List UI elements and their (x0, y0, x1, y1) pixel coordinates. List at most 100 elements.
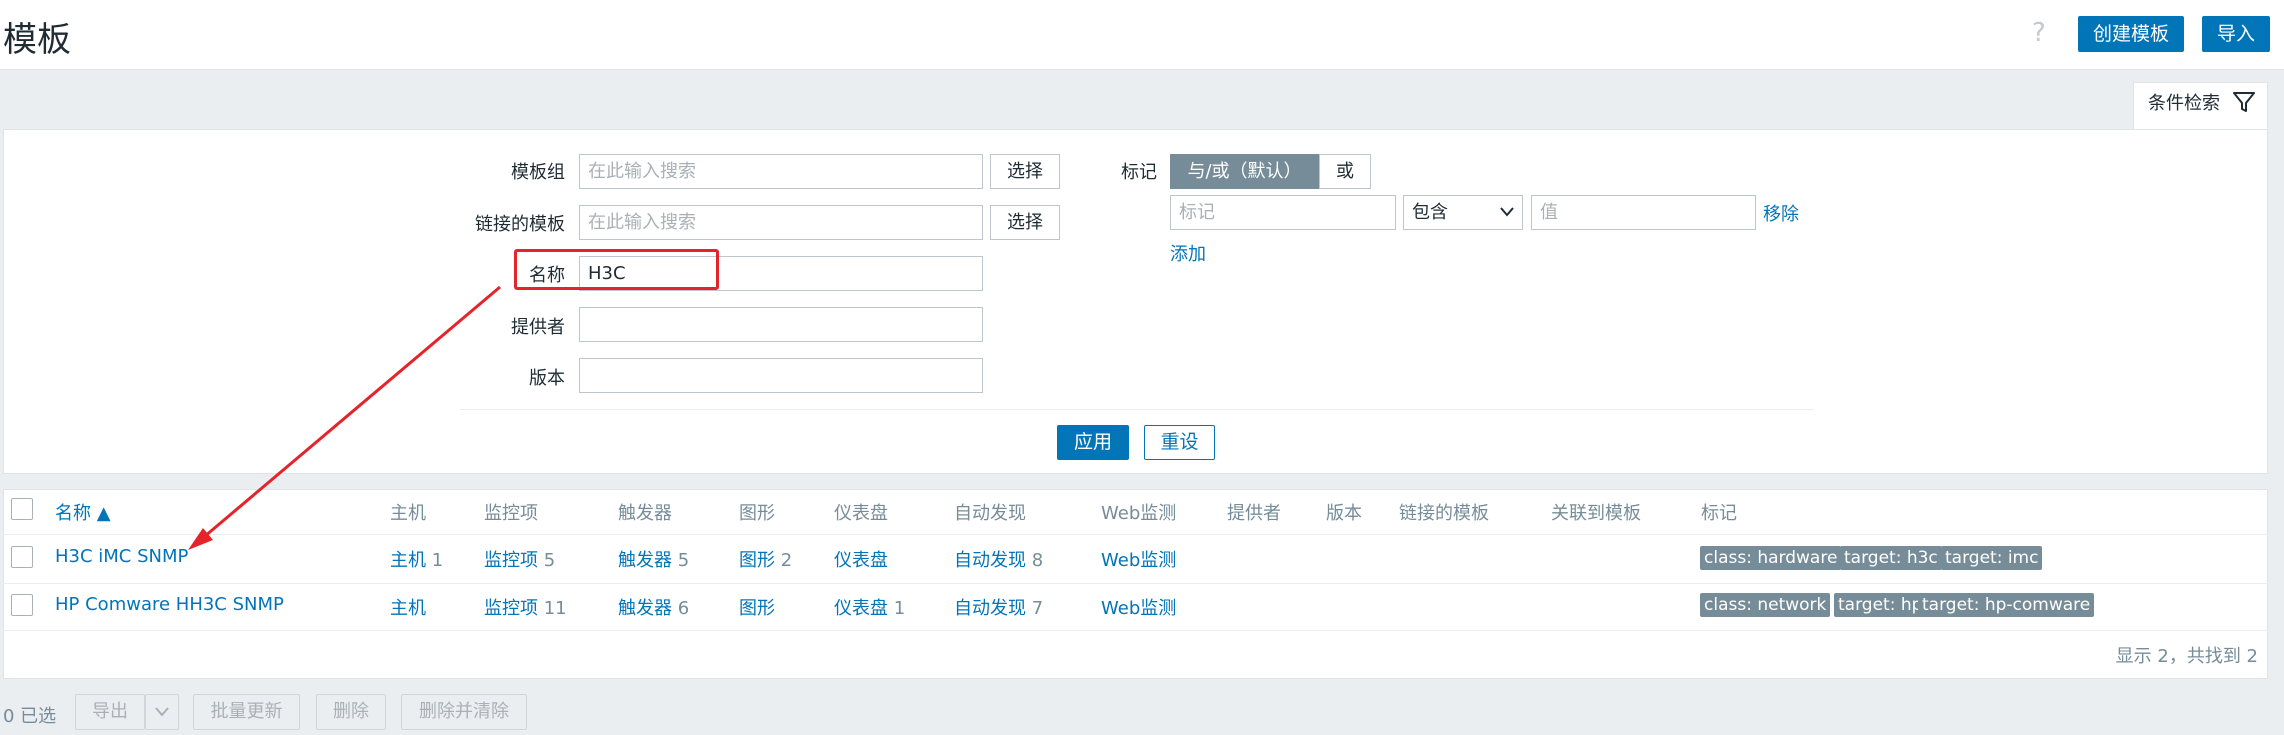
reset-button[interactable]: 重设 (1144, 425, 1215, 460)
tags-label: 标记 (1121, 162, 1157, 183)
template-group-input[interactable]: 在此输入搜索 (579, 154, 983, 189)
vendor-input[interactable] (579, 307, 983, 342)
triggers-link-label: 触发器 (618, 598, 672, 619)
items-link[interactable]: 监控项 5 (484, 546, 555, 572)
tag-badge[interactable]: target: h3c (1840, 546, 1942, 570)
discovery-link[interactable]: 自动发现 8 (954, 546, 1043, 572)
select-all-checkbox[interactable] (11, 498, 33, 520)
column-header-triggers: 触发器 (618, 503, 672, 524)
discovery-link-label: 自动发现 (954, 598, 1026, 619)
graphs-link[interactable]: 图形 2 (739, 546, 792, 572)
export-dropdown-button[interactable] (145, 694, 179, 730)
apply-button[interactable]: 应用 (1057, 425, 1129, 460)
annotation-highlight-box (514, 249, 719, 290)
page-header: 模板 ? 创建模板 导入 (0, 0, 2284, 70)
hosts-link[interactable]: 主机 (390, 594, 426, 620)
discovery-count: 7 (1031, 598, 1044, 619)
column-header-dashboards: 仪表盘 (834, 503, 888, 524)
hosts-count: 1 (431, 550, 444, 571)
graphs-link-label: 图形 (739, 598, 775, 619)
filter-icon (2233, 92, 2255, 112)
tag-badge[interactable]: class: network (1700, 593, 1831, 617)
column-header-tags: 标记 (1701, 503, 1737, 524)
template-name-link[interactable]: H3C iMC SNMP (55, 546, 188, 567)
tag-remove-link[interactable]: 移除 (1763, 200, 1799, 226)
delete-and-clear-button[interactable]: 删除并清除 (401, 694, 527, 730)
column-header-linked-templates: 链接的模板 (1399, 503, 1489, 524)
filter-divider (460, 409, 1814, 410)
triggers-count: 5 (677, 550, 690, 571)
filter-tab-label: 条件检索 (2148, 93, 2220, 114)
delete-button[interactable]: 删除 (316, 694, 386, 730)
template-name-link[interactable]: HP Comware HH3C SNMP (55, 594, 284, 615)
version-input[interactable] (579, 358, 983, 393)
linked-templates-select-button[interactable]: 选择 (990, 205, 1060, 240)
triggers-count: 6 (677, 598, 690, 619)
items-count: 5 (543, 550, 556, 571)
column-header-name[interactable]: 名称 ▲ (55, 499, 111, 525)
header-divider (3, 534, 2268, 535)
filter-tab[interactable]: 条件检索 (2133, 82, 2268, 130)
column-header-vendor: 提供者 (1227, 503, 1281, 524)
web-link[interactable]: Web监测 (1101, 594, 1176, 620)
tag-badge[interactable]: target: hp-comware (1918, 593, 2095, 617)
column-header-hosts: 主机 (390, 503, 426, 524)
tags-and-or-toggle[interactable]: 与/或（默认） (1170, 154, 1319, 189)
column-header-linked-to: 关联到模板 (1551, 503, 1641, 524)
discovery-link[interactable]: 自动发现 7 (954, 594, 1043, 620)
create-template-button[interactable]: 创建模板 (2078, 16, 2184, 52)
tag-badge[interactable]: target: imc (1941, 546, 2043, 570)
tag-add-link[interactable]: 添加 (1170, 240, 1206, 266)
graphs-link-label: 图形 (739, 550, 775, 571)
chevron-down-icon (1500, 207, 1514, 217)
help-icon[interactable]: ? (2032, 18, 2046, 48)
items-link-label: 监控项 (484, 550, 538, 571)
tag-operator-select[interactable]: 包含 (1403, 195, 1523, 230)
template-group-label: 模板组 (511, 162, 565, 183)
items-link-label: 监控项 (484, 598, 538, 619)
items-count: 11 (543, 598, 567, 619)
row-checkbox[interactable] (11, 594, 33, 616)
row-divider (3, 583, 2268, 584)
export-button[interactable]: 导出 (75, 694, 145, 730)
triggers-link[interactable]: 触发器 6 (618, 594, 689, 620)
discovery-count: 8 (1031, 550, 1044, 571)
vendor-label: 提供者 (511, 317, 565, 338)
column-header-discovery: 自动发现 (954, 503, 1026, 524)
hosts-link-label: 主机 (390, 598, 426, 619)
mass-update-button[interactable]: 批量更新 (193, 694, 300, 730)
items-link[interactable]: 监控项 11 (484, 594, 567, 620)
tags-or-toggle[interactable]: 或 (1319, 154, 1371, 189)
column-header-graphs: 图形 (739, 503, 775, 524)
graphs-count: 2 (780, 550, 793, 571)
results-summary: 显示 2，共找到 2 (2115, 646, 2258, 667)
graphs-link[interactable]: 图形 (739, 594, 775, 620)
linked-templates-input[interactable]: 在此输入搜索 (579, 205, 983, 240)
row-checkbox[interactable] (11, 546, 33, 568)
import-button[interactable]: 导入 (2202, 16, 2270, 52)
dashboards-link-label: 仪表盘 (834, 598, 888, 619)
column-header-web: Web监测 (1101, 503, 1177, 524)
row-divider (3, 630, 2268, 631)
selected-count: 0 已选 (3, 706, 57, 727)
triggers-link[interactable]: 触发器 5 (618, 546, 689, 572)
tag-operator-value: 包含 (1412, 202, 1448, 223)
web-link[interactable]: Web监测 (1101, 546, 1176, 572)
linked-templates-label: 链接的模板 (475, 214, 565, 235)
chevron-down-icon (155, 707, 169, 717)
page-title: 模板 (3, 20, 71, 60)
dashboards-link[interactable]: 仪表盘 (834, 546, 888, 572)
tag-badge[interactable]: class: hardware (1700, 546, 1842, 570)
hosts-link[interactable]: 主机 1 (390, 546, 443, 572)
dashboards-count: 1 (893, 598, 906, 619)
dashboards-link-label: 仪表盘 (834, 550, 888, 571)
column-header-items: 监控项 (484, 503, 538, 524)
tag-name-input[interactable]: 标记 (1170, 195, 1396, 230)
tag-badge[interactable]: target: hp (1834, 593, 1927, 617)
triggers-link-label: 触发器 (618, 550, 672, 571)
dashboards-link[interactable]: 仪表盘 1 (834, 594, 905, 620)
column-header-version: 版本 (1326, 503, 1362, 524)
tag-value-input[interactable]: 值 (1531, 195, 1756, 230)
version-label: 版本 (529, 368, 565, 389)
discovery-link-label: 自动发现 (954, 550, 1026, 571)
